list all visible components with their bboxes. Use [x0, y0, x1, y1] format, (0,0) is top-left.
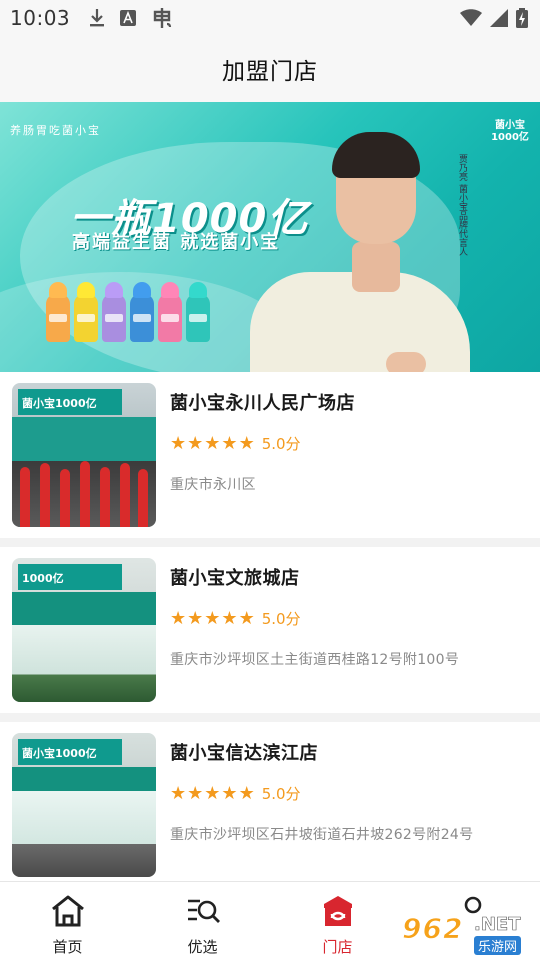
star-icon: ★: [204, 782, 221, 804]
store-name: 菌小宝永川人民广场店: [170, 393, 355, 414]
nav-item-featured[interactable]: 优选: [135, 882, 270, 960]
star-icon: ★: [204, 607, 221, 629]
search-list-icon: [185, 894, 221, 932]
nav-label-featured: 优选: [187, 938, 218, 956]
star-icon: ★: [221, 607, 238, 629]
product-bottle-orange: [46, 294, 70, 342]
star-icon: ★: [238, 782, 255, 804]
star-rating: ★ ★ ★ ★ ★: [170, 607, 255, 629]
nav-item-home[interactable]: 首页: [0, 882, 135, 960]
store-sign: 菌小宝1000亿: [18, 739, 122, 765]
page-header: 加盟门店: [0, 36, 540, 102]
star-icon: ★: [187, 782, 204, 804]
status-bar: 10:03: [0, 0, 540, 36]
store-address: 重庆市永川区: [170, 477, 256, 493]
store-card[interactable]: 菌小宝1000亿 菌小宝永川人民广场店 ★ ★ ★ ★ ★ 5.0分 重庆市永川…: [0, 372, 540, 538]
endorser-caption: 贾乃亮 菌小宝品牌代言人: [457, 154, 467, 256]
star-icon: ★: [238, 432, 255, 454]
store-address: 重庆市沙坪坝区石井坡街道石井坡262号附24号: [170, 827, 474, 843]
star-icon: ★: [187, 432, 204, 454]
store-photo: 1000亿: [12, 558, 156, 702]
star-icon: ★: [221, 782, 238, 804]
star-icon: ★: [221, 432, 238, 454]
store-sign: 菌小宝1000亿: [18, 389, 122, 415]
product-bottle-teal: [186, 294, 210, 342]
store-photo: 菌小宝1000亿: [12, 733, 156, 877]
font-a-icon: [120, 10, 137, 26]
star-icon: ★: [238, 607, 255, 629]
product-bottle-pink: [158, 294, 182, 342]
product-bottle-blue: [130, 294, 154, 342]
store-name: 菌小宝信达滨江店: [170, 743, 318, 764]
store-rating: ★ ★ ★ ★ ★ 5.0分: [170, 433, 528, 454]
rating-score: 5.0分: [261, 435, 301, 453]
wifi-icon: [460, 9, 482, 27]
endorser-figure: [332, 132, 420, 178]
app-notification-icon: [150, 6, 174, 30]
star-icon: ★: [170, 782, 187, 804]
star-icon: ★: [170, 607, 187, 629]
product-bottle-yellow: [74, 294, 98, 342]
home-icon: [50, 894, 86, 932]
download-icon: [88, 8, 106, 28]
nav-label-home: 首页: [52, 938, 83, 956]
nav-label-stores: 门店: [322, 938, 353, 956]
store-card[interactable]: 菌小宝1000亿 菌小宝信达滨江店 ★ ★ ★ ★ ★ 5.0分 重庆市沙坪坝区…: [0, 722, 540, 888]
store-rating: ★ ★ ★ ★ ★ 5.0分: [170, 783, 528, 804]
store-name: 菌小宝文旅城店: [170, 568, 300, 589]
store-list: 菌小宝1000亿 菌小宝永川人民广场店 ★ ★ ★ ★ ★ 5.0分 重庆市永川…: [0, 372, 540, 888]
banner-logo: 菌小宝1000亿: [491, 120, 529, 143]
star-icon: ★: [204, 432, 221, 454]
store-sign: 1000亿: [18, 564, 122, 590]
store-photo: 菌小宝1000亿: [12, 383, 156, 527]
store-rating: ★ ★ ★ ★ ★ 5.0分: [170, 608, 528, 629]
page-title: 加盟门店: [222, 59, 318, 85]
promo-banner[interactable]: 养肠胃吃菌小宝 菌小宝1000亿 一瓶1000亿 高端益生菌 就选菌小宝 贾乃亮…: [0, 102, 540, 372]
rating-score: 5.0分: [261, 785, 301, 803]
battery-charging-icon: [516, 8, 528, 28]
star-icon: ★: [170, 432, 187, 454]
endorser-figure: [386, 352, 426, 372]
store-icon: [321, 894, 355, 932]
watermark-sub: 乐游网: [474, 936, 522, 955]
store-address: 重庆市沙坪坝区土主街道西桂路12号附100号: [170, 652, 460, 668]
rating-score: 5.0分: [261, 610, 301, 628]
star-rating: ★ ★ ★ ★ ★: [170, 432, 255, 454]
star-icon: ★: [187, 607, 204, 629]
endorser-figure: [352, 242, 400, 292]
nav-item-stores[interactable]: 门店: [270, 882, 405, 960]
watermark-net: .NET: [474, 914, 521, 936]
site-watermark: 962 .NET 乐游网: [400, 908, 538, 956]
product-bottle-purple: [102, 294, 126, 342]
banner-subline: 高端益生菌 就选菌小宝: [72, 232, 281, 253]
status-time: 10:03: [10, 6, 71, 30]
star-rating: ★ ★ ★ ★ ★: [170, 782, 255, 804]
watermark-badge: 962: [401, 912, 464, 946]
store-card[interactable]: 1000亿 菌小宝文旅城店 ★ ★ ★ ★ ★ 5.0分 重庆市沙坪坝区土主街道…: [0, 547, 540, 713]
banner-tagline: 养肠胃吃菌小宝: [10, 124, 101, 137]
signal-icon: [490, 9, 508, 27]
